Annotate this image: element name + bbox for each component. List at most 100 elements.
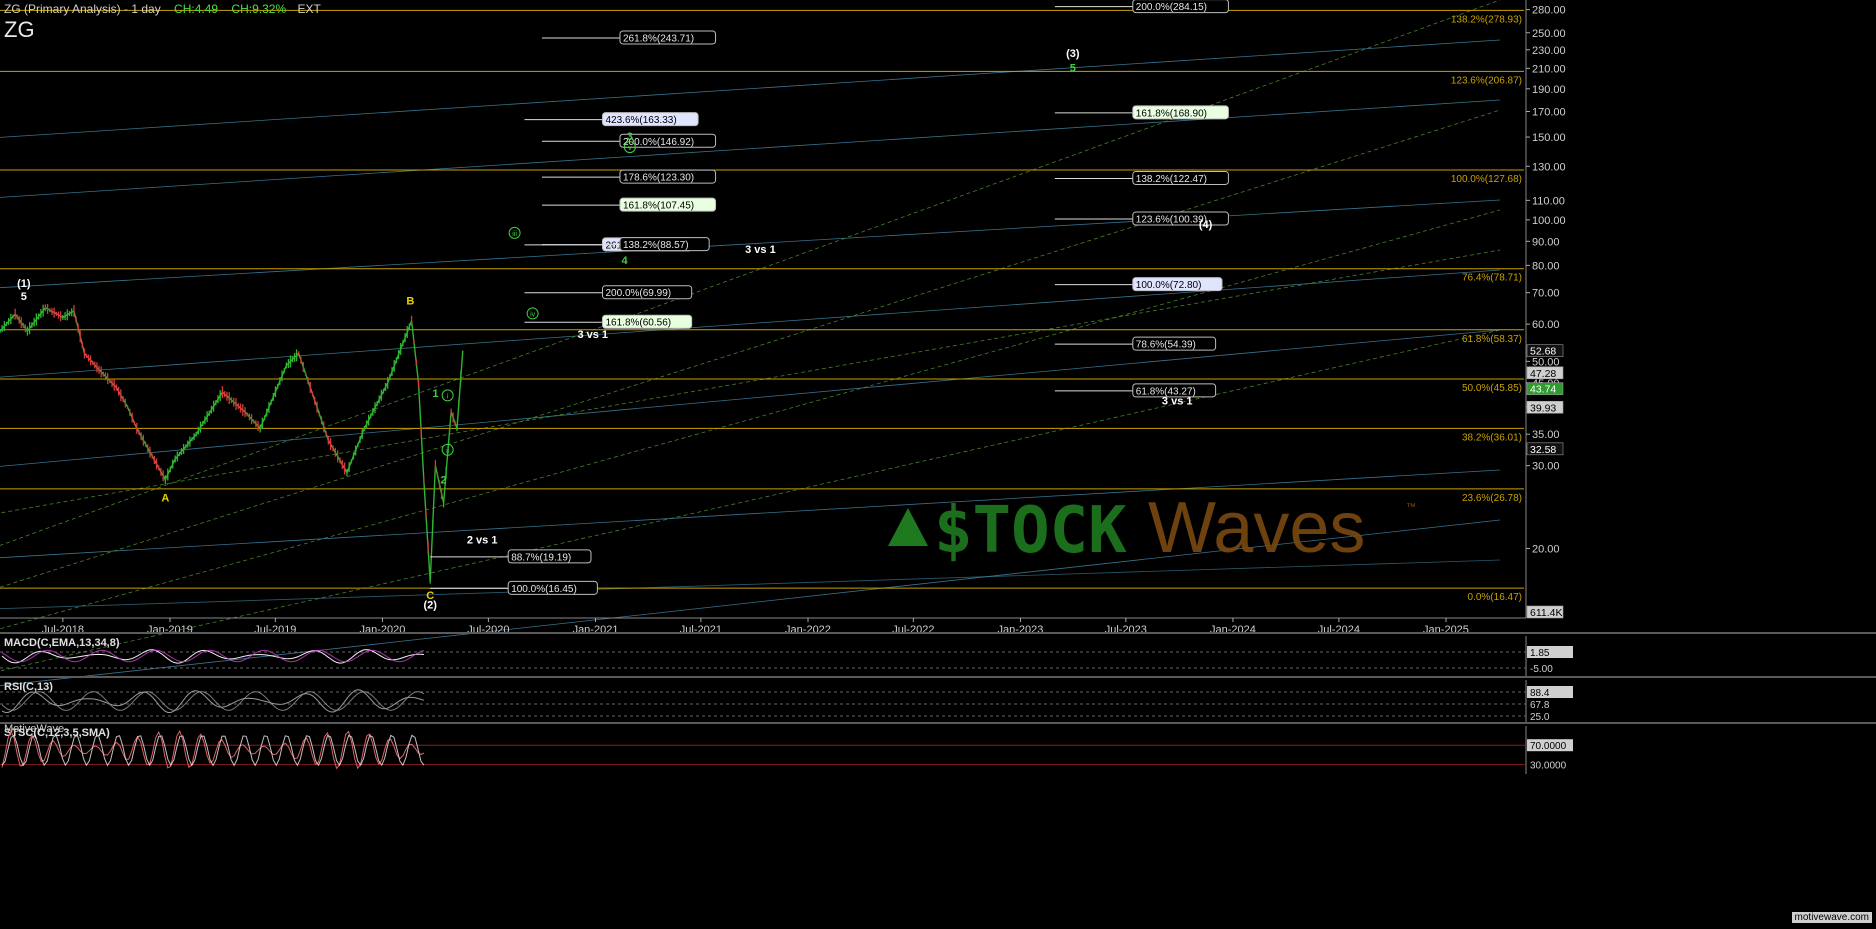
price-tick-label: 70.00 bbox=[1532, 288, 1560, 300]
price-tick-label: 210.00 bbox=[1532, 63, 1566, 75]
pane-axis-label: -5.00 bbox=[1530, 664, 1553, 675]
price-tick-label: 110.00 bbox=[1532, 195, 1565, 207]
pane-axis-label: 25.0 bbox=[1530, 712, 1550, 723]
projection-label: 138.2%(88.57) bbox=[623, 240, 689, 251]
symbol-label: ZG bbox=[4, 17, 35, 42]
ratio-note: 3 vs 1 bbox=[1162, 395, 1193, 407]
time-tick-label: Jul-2021 bbox=[680, 624, 722, 636]
watermark-tm: ™ bbox=[1406, 502, 1416, 513]
fib-level-label: 61.8%(58.37) bbox=[1462, 334, 1522, 345]
fib-level-label: 50.0%(45.85) bbox=[1462, 383, 1522, 394]
pane-axis-label: 88.4 bbox=[1530, 688, 1550, 699]
price-tick-label: 170.00 bbox=[1532, 106, 1566, 118]
time-tick-label: Jan-2024 bbox=[1210, 624, 1256, 636]
projection-label: 123.6%(100.39) bbox=[1136, 215, 1207, 226]
wave-label: 4 bbox=[622, 255, 629, 267]
projection-label: 200.0%(284.15) bbox=[1136, 2, 1207, 13]
trend-line bbox=[0, 269, 1501, 378]
wave-label: (3) bbox=[1066, 48, 1080, 60]
fib-level-label: 76.4%(78.71) bbox=[1462, 273, 1522, 284]
wave-label: 5 bbox=[21, 291, 27, 303]
projection-label: 161.8%(107.45) bbox=[623, 201, 694, 212]
session-label: EXT bbox=[297, 2, 321, 16]
chart-header: ZG (Primary Analysis) - 1 day CH:4.49 CH… bbox=[4, 2, 321, 16]
time-tick-label: Jul-2024 bbox=[1318, 624, 1360, 636]
wave-label: 1 bbox=[432, 388, 438, 400]
pane-axis-label: 30.0000 bbox=[1530, 760, 1567, 771]
projection-label: 423.6%(163.33) bbox=[605, 115, 676, 126]
trend-line bbox=[0, 329, 1501, 467]
price-tag-label: 611.4K bbox=[1530, 607, 1563, 619]
wave-label: 5 bbox=[1070, 62, 1076, 74]
price-tag-label: 47.28 bbox=[1530, 368, 1556, 380]
fib-level-label: 123.6%(206.87) bbox=[1451, 75, 1522, 86]
time-tick-label: Jan-2022 bbox=[785, 624, 831, 636]
time-tick-label: Jan-2025 bbox=[1423, 624, 1469, 636]
price-tag-label: 43.74 bbox=[1530, 384, 1556, 396]
projection-label: 161.8%(60.56) bbox=[605, 318, 671, 329]
chart-window: $TOCK Waves ™ 138.2%(278.93) 123.6%(206.87) 1… bbox=[0, 0, 1876, 924]
fib-level-label: 23.6%(26.78) bbox=[1462, 493, 1522, 504]
fib-level-label: 138.2%(278.93) bbox=[1451, 14, 1522, 25]
wave-label: ii bbox=[446, 448, 450, 455]
price-chart[interactable]: $TOCK Waves ™ 138.2%(278.93) 123.6%(206.87) 1… bbox=[0, 0, 1876, 924]
ratio-note: 2 vs 1 bbox=[467, 534, 498, 546]
projection-label: 100.0%(16.45) bbox=[511, 584, 577, 595]
projection-label: 200.0%(146.92) bbox=[623, 137, 694, 148]
fib-level-label: 38.2%(36.01) bbox=[1462, 432, 1522, 443]
price-tag-label: 39.93 bbox=[1530, 402, 1556, 414]
wave-label: i bbox=[447, 393, 449, 400]
projection-label: 138.2%(122.47) bbox=[1136, 174, 1207, 185]
change-percent: CH:9.32% bbox=[231, 2, 287, 16]
watermark-waves: Waves bbox=[1148, 488, 1365, 568]
oscillator-line bbox=[1, 689, 425, 714]
pane-separator bbox=[0, 676, 1876, 678]
projection-label: 261.8%(243.71) bbox=[623, 33, 694, 44]
price-tick-label: 35.00 bbox=[1532, 429, 1560, 441]
price-tick-label: 190.00 bbox=[1532, 84, 1566, 96]
price-tag-label: 52.68 bbox=[1530, 346, 1556, 358]
motivewave-label: MotiveWave bbox=[4, 723, 65, 735]
trend-line bbox=[0, 249, 1501, 514]
wave-label: B bbox=[406, 296, 414, 308]
trend-line bbox=[0, 0, 1501, 546]
projection-label: 178.6%(123.30) bbox=[623, 173, 694, 184]
price-tick-label: 100.00 bbox=[1532, 215, 1566, 227]
projection-label: 88.7%(19.19) bbox=[511, 552, 571, 563]
price-tick-label: 250.00 bbox=[1532, 28, 1566, 40]
wave-label: iv bbox=[530, 311, 536, 318]
price-tick-label: 280.00 bbox=[1532, 5, 1566, 17]
price-tick-label: 60.00 bbox=[1532, 319, 1560, 331]
projection-label: 78.6%(54.39) bbox=[1136, 340, 1196, 351]
price-tick-label: 90.00 bbox=[1532, 236, 1560, 248]
projection-label: 100.0%(72.80) bbox=[1136, 280, 1202, 291]
pane-title: RSI(C,13) bbox=[4, 681, 53, 693]
wave-label: A bbox=[161, 492, 169, 504]
wave-label: (1) bbox=[17, 278, 31, 290]
time-tick-label: Jan-2023 bbox=[998, 624, 1044, 636]
fib-level-label: 100.0%(127.68) bbox=[1451, 174, 1522, 185]
price-axis-bg bbox=[1526, 0, 1876, 618]
pane-axis-label: 1.85 bbox=[1530, 648, 1550, 659]
price-tick-label: 20.00 bbox=[1532, 543, 1560, 555]
watermark-arrow bbox=[888, 508, 928, 546]
wave-label: (2) bbox=[423, 600, 437, 612]
trend-line bbox=[0, 39, 1501, 138]
projection-label: 161.8%(168.90) bbox=[1136, 108, 1207, 119]
time-tick-label: Jul-2019 bbox=[254, 624, 296, 636]
footer-brand: motivewave.com bbox=[1791, 912, 1872, 923]
pane-axis-label: 67.8 bbox=[1530, 700, 1550, 711]
wave-label: 3 bbox=[627, 131, 633, 143]
oscillator-signal bbox=[1, 691, 425, 711]
ratio-note: 3 vs 1 bbox=[745, 244, 776, 256]
wave-label: 2 bbox=[441, 474, 447, 486]
wave-label: iii bbox=[512, 231, 517, 238]
time-tick-label: Jan-2021 bbox=[573, 624, 619, 636]
price-tag-label: 32.58 bbox=[1530, 444, 1556, 456]
time-tick-label: Jan-2020 bbox=[360, 624, 406, 636]
time-tick-label: Jul-2022 bbox=[892, 624, 934, 636]
pane-separator bbox=[0, 632, 1876, 634]
time-tick-label: Jul-2020 bbox=[467, 624, 509, 636]
projection-label: 200.0%(69.99) bbox=[605, 288, 671, 299]
time-tick-label: Jul-2018 bbox=[42, 624, 84, 636]
